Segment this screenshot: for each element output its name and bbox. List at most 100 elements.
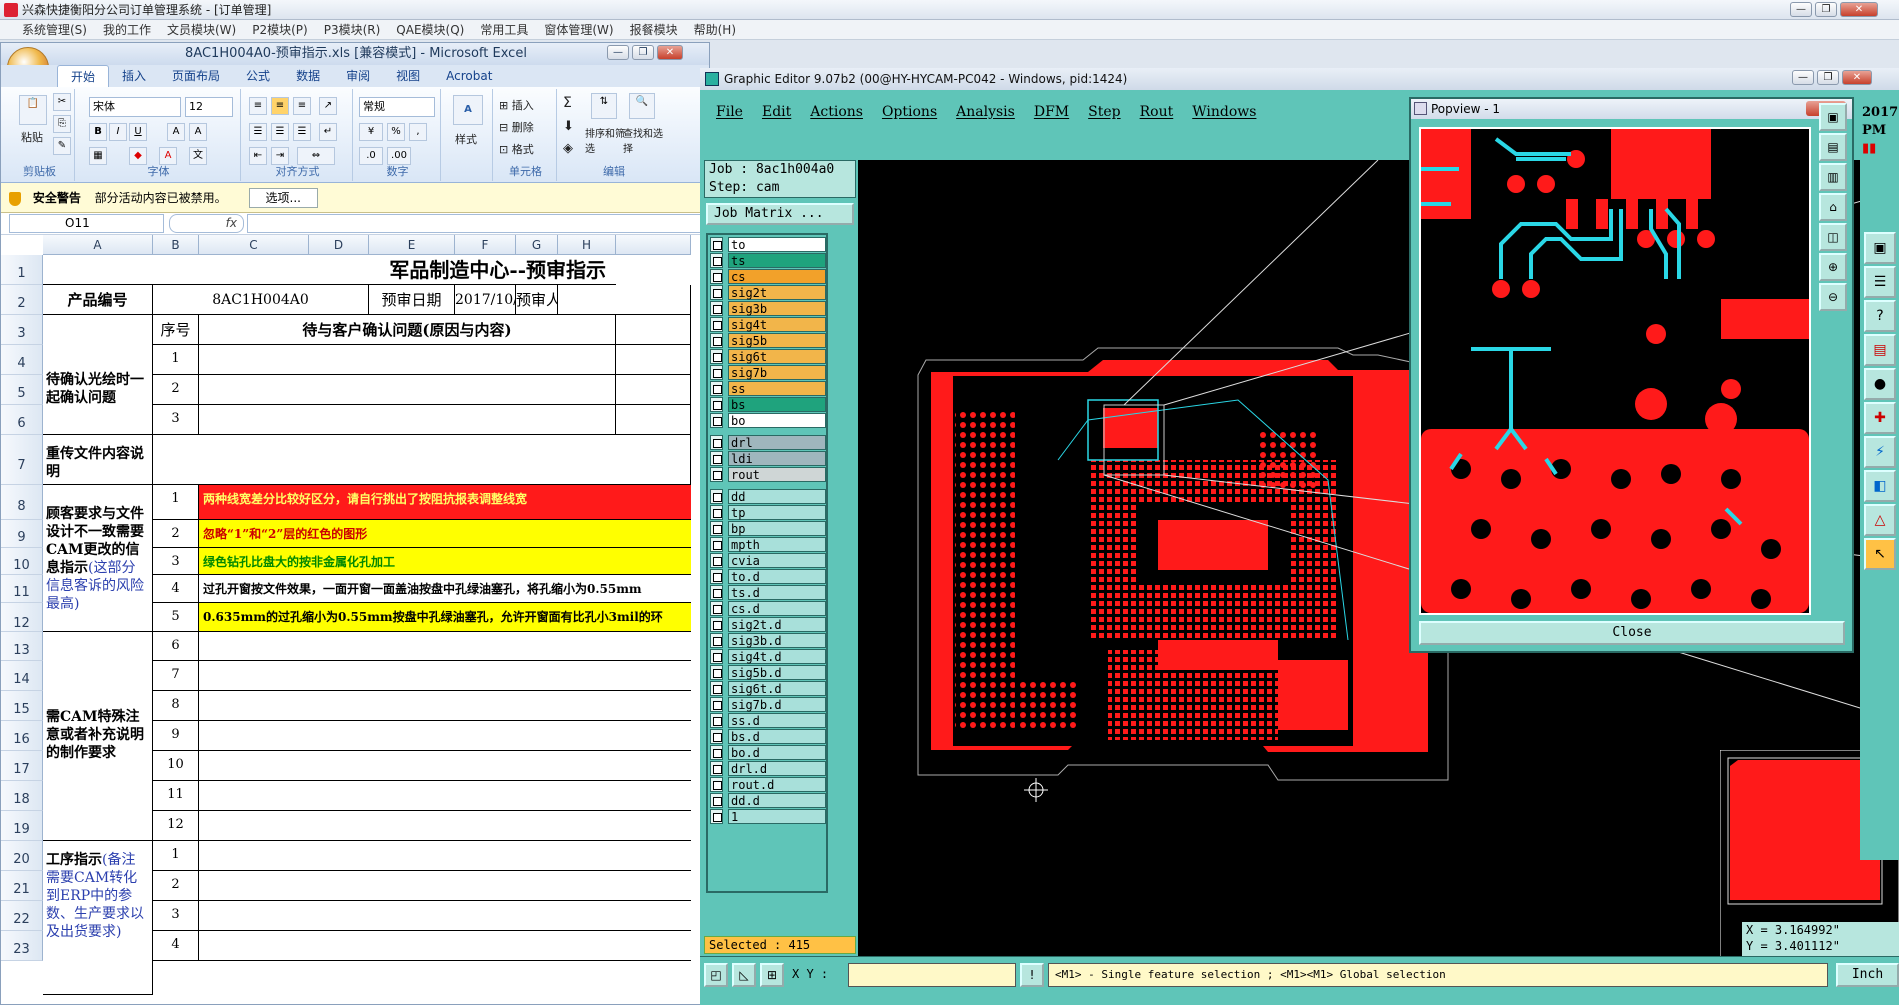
layer-checkbox[interactable]: [710, 317, 723, 332]
layer-row-ts.d[interactable]: ts.d: [710, 585, 826, 600]
ribbon-tab-7[interactable]: Acrobat: [433, 65, 505, 87]
row-header-14[interactable]: 14: [1, 661, 43, 691]
issue-c-3[interactable]: 过孔开窗按文件效果，一面开窗一面盖油按盘中孔绿油塞孔，将孔缩小为0.55mm: [199, 575, 691, 603]
row-header-16[interactable]: 16: [1, 721, 43, 751]
pv-tool-fit-icon[interactable]: ▥: [1819, 163, 1847, 191]
tool-pointer-icon[interactable]: ↖: [1864, 538, 1896, 570]
issue-header[interactable]: 待与客户确认问题(原因与内容): [199, 315, 616, 345]
cam-menu-options[interactable]: Options: [882, 104, 937, 120]
issue-a-1[interactable]: [199, 375, 616, 405]
layer-checkbox[interactable]: [710, 489, 723, 504]
row-header-13[interactable]: 13: [1, 632, 43, 661]
cam-menu-file[interactable]: File: [716, 104, 743, 120]
layer-row-tp[interactable]: tp: [710, 505, 826, 520]
layer-checkbox[interactable]: [710, 253, 723, 268]
outer-menu-item-6[interactable]: 常用工具: [472, 20, 536, 39]
layer-row-ts[interactable]: ts: [710, 253, 826, 268]
cam-minimize-icon[interactable]: —: [1792, 70, 1814, 85]
ribbon-tab-2[interactable]: 页面布局: [159, 65, 233, 87]
ribbon-tab-4[interactable]: 数据: [283, 65, 333, 87]
outer-menu-item-8[interactable]: 报餐模块: [622, 20, 686, 39]
date-label[interactable]: 预审日期: [369, 285, 455, 315]
sheet-title[interactable]: 军品制造中心--预审指示: [43, 255, 616, 285]
issue-a-0[interactable]: [199, 345, 616, 375]
popview-canvas[interactable]: [1419, 127, 1811, 615]
layer-row-to.d[interactable]: to.d: [710, 569, 826, 584]
layer-row-bo.d[interactable]: bo.d: [710, 745, 826, 760]
spreadsheet-grid[interactable]: A B C D E F G H 1 2 3 4 5 6 7 8 9 10 11 12 13 14 15 16 17 18 19 20 2…: [1, 235, 691, 1004]
align-middle-icon[interactable]: ≡: [271, 97, 289, 115]
layer-checkbox[interactable]: [710, 333, 723, 348]
layer-checkbox[interactable]: [710, 761, 723, 776]
layer-row-bp[interactable]: bp: [710, 521, 826, 536]
seq-a-2[interactable]: 3: [153, 405, 199, 435]
layer-row-sig4t[interactable]: sig4t: [710, 317, 826, 332]
seq-d-1[interactable]: 7: [153, 661, 199, 691]
underline-icon[interactable]: U: [129, 123, 147, 141]
issue-e-3[interactable]: [199, 931, 691, 961]
layer-checkbox[interactable]: [710, 301, 723, 316]
info-icon[interactable]: !: [1020, 963, 1044, 987]
minimize-icon[interactable]: —: [1790, 2, 1812, 17]
row-header-1[interactable]: 1: [1, 255, 43, 285]
seq-d-4[interactable]: 10: [153, 751, 199, 781]
layer-checkbox[interactable]: [710, 285, 723, 300]
ribbon-tab-1[interactable]: 插入: [109, 65, 159, 87]
row-header-21[interactable]: 21: [1, 871, 43, 901]
cut-icon[interactable]: ✂: [53, 93, 71, 111]
pv-tool-zoom-in-icon[interactable]: ⊕: [1819, 253, 1847, 281]
row-header-22[interactable]: 22: [1, 901, 43, 931]
row-header-4[interactable]: 4: [1, 345, 43, 375]
pv-tool-home-icon[interactable]: ⌂: [1819, 193, 1847, 221]
issue-c-4[interactable]: 0.635mm的过孔缩小为0.55mm按盘中孔绿油塞孔，允许开窗面有比孔小3mi…: [199, 603, 691, 632]
layer-checkbox[interactable]: [710, 505, 723, 520]
layer-row-ldi[interactable]: ldi: [710, 451, 826, 466]
cam-menu-rout[interactable]: Rout: [1140, 104, 1174, 120]
layer-row-ss.d[interactable]: ss.d: [710, 713, 826, 728]
layer-checkbox[interactable]: [710, 537, 723, 552]
row-header-23[interactable]: 23: [1, 931, 43, 961]
layer-checkbox[interactable]: [710, 745, 723, 760]
layer-checkbox[interactable]: [710, 633, 723, 648]
layer-checkbox[interactable]: [710, 237, 723, 252]
seq-c-2[interactable]: 3: [153, 548, 199, 575]
name-box[interactable]: O11: [9, 214, 164, 233]
column-header-A[interactable]: A: [43, 235, 153, 255]
close-icon[interactable]: ✕: [1840, 2, 1878, 17]
seq-c-3[interactable]: 4: [153, 575, 199, 603]
section-confirm[interactable]: 待确认光绘时一起确认问题: [43, 315, 153, 435]
layer-row-dd[interactable]: dd: [710, 489, 826, 504]
tool-list-icon[interactable]: ☰: [1864, 266, 1896, 298]
date-value[interactable]: 2017/10/11: [455, 285, 516, 315]
seq-e-2[interactable]: 3: [153, 901, 199, 931]
layer-row-cvia[interactable]: cvia: [710, 553, 826, 568]
pv-tool-zoom-out-icon[interactable]: ⊖: [1819, 283, 1847, 311]
align-right-icon[interactable]: ☰: [293, 123, 311, 141]
zoom-window-icon[interactable]: ◰: [704, 963, 728, 987]
column-header-G[interactable]: G: [516, 235, 558, 255]
row-header-6[interactable]: 6: [1, 405, 43, 435]
outer-menu-item-1[interactable]: 我的工作: [95, 20, 159, 39]
tool-select-icon[interactable]: ✚: [1864, 402, 1896, 434]
tool-measure-icon[interactable]: △: [1864, 504, 1896, 536]
tool-layers-icon[interactable]: ▤: [1864, 334, 1896, 366]
cam-close-icon[interactable]: ✕: [1842, 70, 1872, 85]
tool-help-icon[interactable]: ?: [1864, 300, 1896, 332]
layer-checkbox[interactable]: [710, 777, 723, 792]
layer-row-sig2t.d[interactable]: sig2t.d: [710, 617, 826, 632]
section-special[interactable]: 需CAM特殊注意或者补充说明的制作要求: [43, 632, 153, 841]
seq-c-1[interactable]: 2: [153, 520, 199, 548]
ribbon-tab-0[interactable]: 开始: [57, 65, 110, 87]
job-matrix-button[interactable]: Job Matrix ...: [706, 203, 854, 225]
outer-menu-item-2[interactable]: 文员模块(W): [159, 20, 244, 39]
layer-row-mpth[interactable]: mpth: [710, 537, 826, 552]
layer-row-drl[interactable]: drl: [710, 435, 826, 450]
row-header-8[interactable]: 8: [1, 485, 43, 520]
format-painter-icon[interactable]: ✎: [53, 137, 71, 155]
row-header-12[interactable]: 12: [1, 603, 43, 632]
align-top-icon[interactable]: ≡: [249, 97, 267, 115]
issue-e-2[interactable]: [199, 901, 691, 931]
layer-checkbox[interactable]: [710, 467, 723, 482]
column-header-E[interactable]: E: [369, 235, 455, 255]
layer-checkbox[interactable]: [710, 601, 723, 616]
